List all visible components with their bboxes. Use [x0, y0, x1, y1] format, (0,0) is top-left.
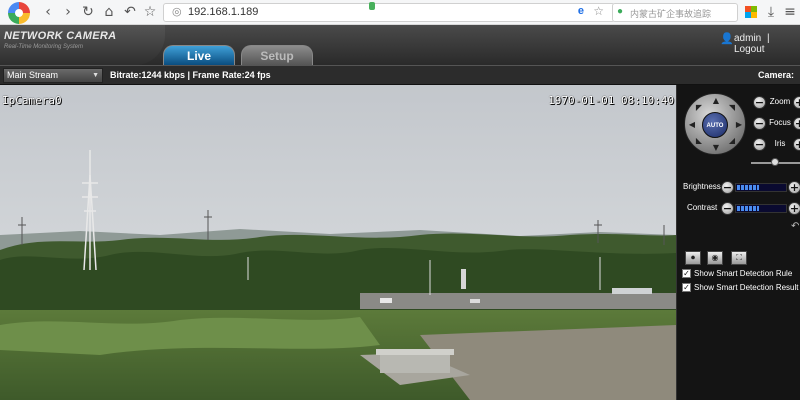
star-icon[interactable]: ☆: [142, 4, 158, 20]
download-icon[interactable]: ⤓: [763, 4, 779, 20]
tab-setup[interactable]: Setup: [241, 45, 313, 65]
username: admin: [734, 33, 762, 44]
contrast-label: Contrast: [687, 203, 718, 212]
sign-pole: [461, 269, 466, 289]
shield-icon: ◎: [172, 6, 182, 18]
tab-live[interactable]: Live: [163, 45, 235, 65]
ptz-down-left-icon[interactable]: ◣: [694, 136, 704, 146]
ptz-up-icon[interactable]: ▲: [711, 96, 721, 106]
contrast-level-bar[interactable]: [735, 204, 787, 213]
url-badge: [369, 2, 375, 10]
live-video[interactable]: IpCamera0 1970-01-01 08:10:40: [0, 85, 676, 400]
focus-far-button[interactable]: +: [793, 117, 800, 130]
ptz-down-icon[interactable]: ▼: [711, 143, 721, 153]
ptz-direction-wheel[interactable]: ▲ ▼ ◀ ▶ ◤ ◥ ◣ ◢ AUTO: [684, 93, 746, 155]
iris-open-button[interactable]: +: [793, 138, 800, 151]
brand-plate: NETWORK CAMERA Real-Time Monitoring Syst…: [0, 25, 165, 65]
camera-header: NETWORK CAMERA Real-Time Monitoring Syst…: [0, 25, 800, 65]
brand-subtitle: Real-Time Monitoring System: [4, 44, 83, 50]
brightness-label: Brightness: [683, 182, 721, 191]
menu-icon[interactable]: ≡: [782, 4, 798, 20]
stream-select-value: Main Stream: [7, 70, 59, 80]
brightness-plus-button[interactable]: +: [788, 181, 800, 194]
focus-near-button[interactable]: −: [753, 117, 766, 130]
show-rule-checkbox[interactable]: ✓: [682, 269, 691, 278]
iris-label: Iris: [774, 139, 786, 148]
reset-icon[interactable]: ↶: [791, 221, 799, 232]
brightness-level-bar[interactable]: [735, 183, 787, 192]
contrast-minus-button[interactable]: −: [721, 202, 734, 215]
bitrate-info: Bitrate:1244 kbps | Frame Rate:24 fps: [110, 70, 271, 80]
ptz-down-right-icon[interactable]: ◢: [727, 136, 737, 146]
browser-logo-icon[interactable]: [8, 2, 30, 24]
brightness-minus-button[interactable]: −: [721, 181, 734, 194]
back-icon[interactable]: ‹: [40, 4, 56, 20]
address-bar[interactable]: ◎ 192.168.1.189 e ☆: [163, 2, 615, 22]
stream-select[interactable]: Main Stream ▼: [3, 68, 103, 83]
slider-handle[interactable]: [771, 158, 779, 166]
record-icon[interactable]: ⏺: [685, 251, 701, 265]
separator: |: [767, 33, 770, 44]
show-result-label: Show Smart Detection Result: [694, 283, 799, 292]
ptz-auto-button[interactable]: AUTO: [702, 112, 728, 138]
osd-timestamp: 1970-01-01 08:10:40: [548, 94, 674, 107]
focus-label: Focus: [769, 118, 791, 127]
ie-mode-icon[interactable]: e: [578, 5, 584, 17]
search-input[interactable]: ● 内蒙古矿企事故追踪: [612, 3, 738, 22]
reload-icon[interactable]: ↻: [80, 4, 96, 20]
search-placeholder: 内蒙古矿企事故追踪: [630, 9, 712, 19]
logout-link[interactable]: Logout: [734, 44, 765, 55]
car: [380, 298, 392, 303]
home-icon[interactable]: ⌂: [101, 4, 117, 20]
iris-close-button[interactable]: −: [753, 138, 766, 151]
camera-label: Camera:: [758, 70, 795, 80]
contrast-plus-button[interactable]: +: [788, 202, 800, 215]
browser-toolbar: ‹ › ↻ ⌂ ↶ ☆ ◎ 192.168.1.189 e ☆ ● 内蒙古矿企事…: [0, 0, 800, 25]
ptz-panel: ▲ ▼ ◀ ▶ ◤ ◥ ◣ ◢ AUTO − Zoom + − Focus + …: [676, 85, 800, 400]
stream-bar: Main Stream ▼ Bitrate:1244 kbps | Frame …: [0, 65, 800, 85]
zoom-in-button[interactable]: +: [793, 96, 800, 109]
bookmark-star-icon[interactable]: ☆: [593, 4, 604, 18]
concrete-top: [376, 349, 454, 355]
user-area: admin | Logout: [734, 33, 800, 55]
snapshot-icon[interactable]: ◉: [707, 251, 723, 265]
dropdown-arrow-icon: ▼: [92, 72, 99, 79]
train: [612, 288, 652, 294]
ptz-up-right-icon[interactable]: ◥: [727, 103, 737, 113]
osd-camera-name: IpCamera0: [2, 94, 62, 107]
fullscreen-icon[interactable]: ⛶: [731, 251, 747, 265]
zoom-label: Zoom: [769, 97, 791, 106]
forward-icon[interactable]: ›: [60, 4, 76, 20]
brand-title: NETWORK CAMERA: [4, 30, 117, 42]
show-rule-label: Show Smart Detection Rule: [694, 269, 793, 278]
show-result-checkbox[interactable]: ✓: [682, 283, 691, 292]
ptz-left-icon[interactable]: ◀: [687, 120, 697, 130]
ptz-right-icon[interactable]: ▶: [734, 120, 744, 130]
highway: [360, 293, 676, 309]
ptz-speed-slider[interactable]: [751, 158, 800, 166]
user-icon: 👤: [720, 32, 734, 45]
apps-grid-icon[interactable]: [745, 6, 757, 18]
ptz-up-left-icon[interactable]: ◤: [694, 103, 704, 113]
brightness-level-fill: [737, 185, 759, 190]
undo-icon[interactable]: ↶: [122, 4, 138, 20]
video-scene: [0, 85, 676, 400]
concrete-structure: [380, 353, 450, 373]
search-engine-icon: ●: [617, 6, 624, 17]
contrast-level-fill: [737, 206, 759, 211]
url-text[interactable]: 192.168.1.189: [188, 6, 258, 18]
car: [470, 299, 480, 303]
zoom-out-button[interactable]: −: [753, 96, 766, 109]
